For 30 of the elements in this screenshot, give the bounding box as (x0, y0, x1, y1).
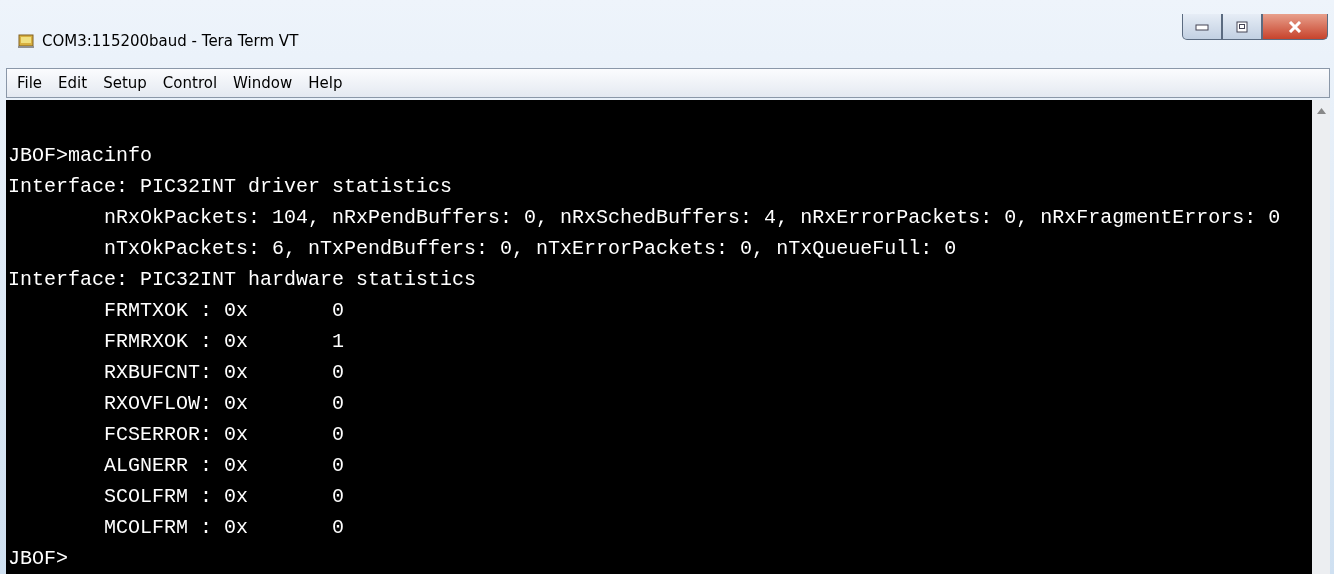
terminal-line: nTxOkPackets: 6, nTxPendBuffers: 0, nTxErrorPackets: 0, nTxQueueFull: 0 (103, 237, 957, 260)
terminal-line: JBOF> (8, 547, 68, 570)
terminal-line: Interface: PIC32INT driver statistics (8, 175, 453, 198)
terminal-line: SCOLFRM : 0x 0 (103, 485, 345, 508)
menu-item[interactable]: Window (227, 74, 299, 92)
close-button[interactable] (1262, 14, 1328, 40)
menu-item[interactable]: Setup (97, 74, 153, 92)
terminal-line: RXOVFLOW: 0x 0 (103, 392, 345, 415)
menu-item[interactable]: Edit (52, 74, 94, 92)
scrollbar[interactable] (1312, 100, 1330, 574)
menu-item[interactable]: Control (156, 74, 224, 92)
close-icon (1288, 20, 1302, 33)
menu-item[interactable]: File (11, 74, 49, 92)
terminal-app-icon (18, 33, 34, 49)
terminal-line: Interface: PIC32INT hardware statistics (8, 268, 477, 291)
maximize-icon (1236, 20, 1248, 33)
terminal-line: ALGNERR : 0x 0 (103, 454, 345, 477)
terminal-line: FRMTXOK : 0x 0 (103, 299, 345, 322)
minimize-icon (1195, 22, 1209, 31)
terminal-line: nRxOkPackets: 104, nRxPendBuffers: 0, nRxSchedBuffers: 4, nRxErrorPackets: 0, nRxFragmentErrors: 0 (103, 206, 1281, 229)
terminal-line: JBOF>macinfo (8, 144, 153, 167)
scroll-up-arrow-icon (1316, 108, 1326, 114)
minimize-button[interactable] (1182, 14, 1222, 40)
terminal-line: FRMRXOK : 0x 1 (103, 330, 345, 353)
terminal-line: RXBUFCNT: 0x 0 (103, 361, 345, 384)
menu-item[interactable]: Help (302, 74, 349, 92)
window-title: COM3:115200baud - Tera Term VT (42, 32, 299, 50)
terminal-line: MCOLFRM : 0x 0 (103, 516, 345, 539)
maximize-button[interactable] (1222, 14, 1262, 40)
terminal-line: FCSERROR: 0x 0 (103, 423, 345, 446)
